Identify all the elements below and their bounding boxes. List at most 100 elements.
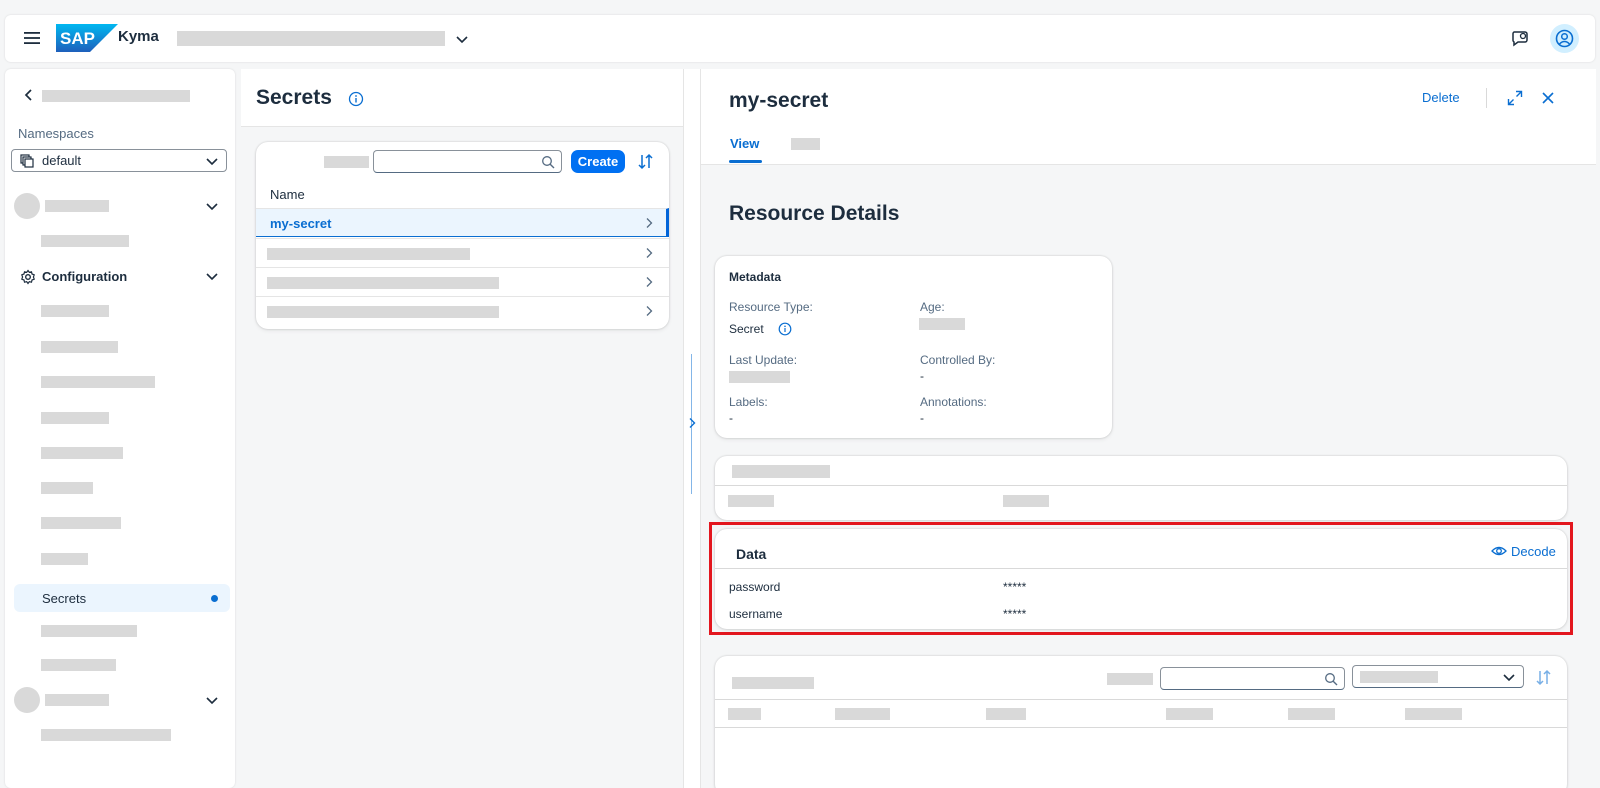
nav-item-placeholder[interactable] <box>41 659 116 671</box>
cluster-name-placeholder[interactable] <box>177 31 445 46</box>
type-select[interactable] <box>1352 665 1524 688</box>
namespace-icon <box>20 154 34 168</box>
namespace-select[interactable]: default <box>11 149 227 172</box>
field-placeholder <box>1003 495 1049 507</box>
side-navigation: Namespaces default Configuration Secrets <box>5 69 235 788</box>
field-placeholder <box>728 495 774 507</box>
sidebar-item-secrets[interactable]: Secrets <box>14 584 230 612</box>
info-icon[interactable] <box>348 91 364 107</box>
column-header-placeholder <box>728 708 761 720</box>
nav-item-placeholder[interactable] <box>41 376 155 388</box>
search-input[interactable] <box>1160 667 1345 690</box>
header-separator <box>1486 88 1487 108</box>
eye-icon <box>1491 546 1507 556</box>
selected-indicator-dot <box>211 595 218 602</box>
column-header-placeholder <box>1166 708 1213 720</box>
column-header-name[interactable]: Name <box>270 187 305 202</box>
age-label: Age: <box>920 300 945 314</box>
row-name-placeholder <box>267 248 470 260</box>
nav-item-placeholder[interactable] <box>41 517 121 529</box>
filter-label-placeholder <box>1107 673 1153 685</box>
nav-group-icon-placeholder <box>14 687 40 713</box>
sort-icon[interactable] <box>637 153 654 170</box>
nav-item-placeholder[interactable] <box>41 482 93 494</box>
page-title: Secrets <box>256 86 332 109</box>
nav-group-configuration[interactable]: Configuration <box>42 269 127 284</box>
detail-header: my-secret Delete View <box>701 69 1596 165</box>
column-header-placeholder <box>1405 708 1462 720</box>
chevron-down-icon[interactable] <box>205 199 219 213</box>
shell-bar: SAP Kyma <box>5 15 1595 62</box>
data-value: ***** <box>1003 580 1027 594</box>
nav-item-placeholder[interactable] <box>41 447 123 459</box>
nav-item-placeholder[interactable] <box>41 341 118 353</box>
sap-logo[interactable]: SAP <box>56 24 118 52</box>
nav-group-placeholder[interactable] <box>45 694 109 706</box>
table-row[interactable] <box>256 267 669 296</box>
table-row[interactable] <box>256 296 669 325</box>
search-input[interactable] <box>373 150 562 173</box>
table-row[interactable]: my-secret <box>256 208 669 237</box>
user-avatar[interactable] <box>1550 24 1579 53</box>
annotations-value: - <box>920 411 924 425</box>
nav-item-placeholder[interactable] <box>41 412 109 424</box>
chevron-down-icon <box>1503 674 1515 682</box>
info-icon[interactable] <box>778 322 792 336</box>
age-value-placeholder <box>919 318 965 330</box>
nav-group-icon-placeholder <box>14 193 40 219</box>
metadata-title: Metadata <box>729 270 782 284</box>
create-button[interactable]: Create <box>571 150 625 173</box>
tab-view[interactable]: View <box>730 136 759 151</box>
card-divider <box>715 727 1567 728</box>
row-name: my-secret <box>270 216 332 231</box>
section-title: Resource Details <box>729 202 900 225</box>
controlled-by-value: - <box>920 369 924 383</box>
controlled-by-label: Controlled By: <box>920 353 996 367</box>
data-value: ***** <box>1003 607 1027 621</box>
namespaces-label: Namespaces <box>18 126 94 141</box>
sort-icon[interactable] <box>1535 669 1552 686</box>
delete-button[interactable]: Delete <box>1422 90 1460 105</box>
list-header: Secrets <box>241 69 683 127</box>
feedback-icon[interactable] <box>1510 28 1530 48</box>
tab-placeholder[interactable] <box>791 138 820 150</box>
data-card: Data Decode password ***** username ****… <box>715 529 1567 629</box>
nav-item-placeholder[interactable] <box>41 305 109 317</box>
chevron-down-icon[interactable] <box>205 693 219 707</box>
column-splitter[interactable] <box>683 69 701 788</box>
secrets-list-column: Secrets Create Name my-secret <box>241 69 683 788</box>
chevron-right-icon <box>646 248 653 258</box>
data-title: Data <box>736 546 767 562</box>
svg-text:SAP: SAP <box>60 29 95 48</box>
column-header-placeholder <box>1288 708 1335 720</box>
detail-title: my-secret <box>729 89 829 112</box>
chevron-down-icon[interactable] <box>205 269 219 283</box>
filter-label-placeholder <box>324 156 369 168</box>
card-title-placeholder <box>732 465 830 478</box>
resource-type-value: Secret <box>729 322 764 336</box>
fullscreen-icon[interactable] <box>1507 90 1523 106</box>
chevron-right-icon[interactable] <box>687 417 697 429</box>
product-name: Kyma <box>118 28 159 45</box>
nav-group-placeholder[interactable] <box>45 200 109 212</box>
hamburger-menu-icon[interactable] <box>23 29 41 47</box>
back-arrow-icon[interactable] <box>22 88 36 102</box>
decode-button[interactable]: Decode <box>1491 543 1556 559</box>
nav-item-placeholder[interactable] <box>41 729 171 741</box>
search-icon <box>1325 673 1338 686</box>
chevron-right-icon <box>646 218 653 228</box>
nav-item-placeholder[interactable] <box>41 235 129 247</box>
nav-item-placeholder[interactable] <box>41 553 88 565</box>
search-icon <box>542 156 555 169</box>
nav-item-placeholder[interactable] <box>41 625 137 637</box>
table-row[interactable] <box>256 238 669 267</box>
annotations-label: Annotations: <box>920 395 987 409</box>
chevron-down-icon[interactable] <box>455 32 469 46</box>
sidebar-item-label: Secrets <box>42 591 87 606</box>
back-link-placeholder[interactable] <box>42 90 190 102</box>
labels-label: Labels: <box>729 395 768 409</box>
card-divider <box>715 568 1567 569</box>
placeholder-card <box>715 456 1567 520</box>
chevron-right-icon <box>646 306 653 316</box>
close-icon[interactable] <box>1541 91 1555 105</box>
